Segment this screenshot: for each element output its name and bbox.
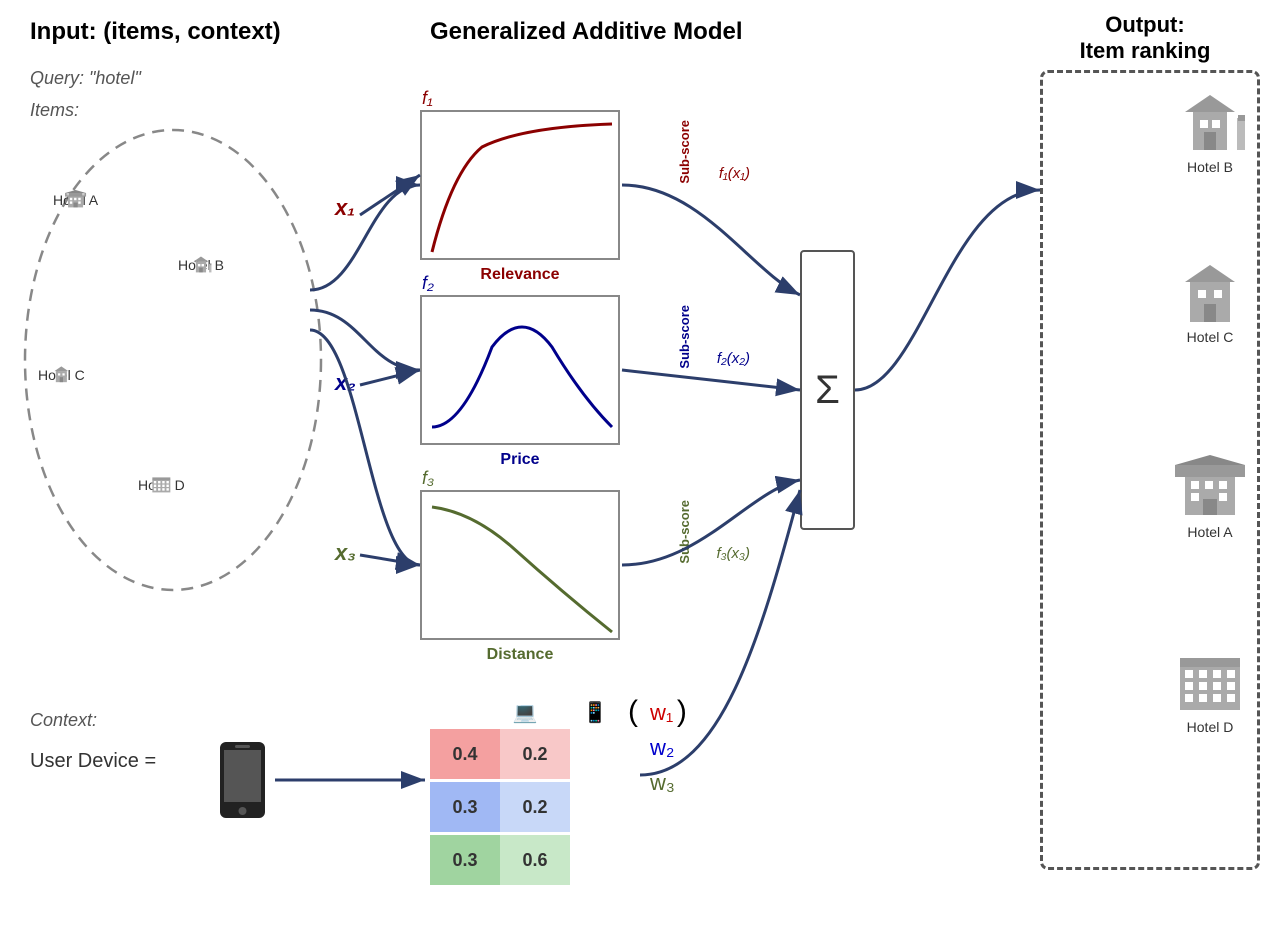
matrix-cell-r1c1: 0.4	[430, 729, 500, 779]
x3-label: x₃	[335, 540, 356, 566]
output-title: Output:Item ranking	[1040, 12, 1250, 64]
w3-label: w₃	[650, 765, 675, 800]
w1-label: w₁	[650, 695, 675, 730]
hotel-c-input: Hotel C	[38, 365, 85, 383]
output-hotel-d-label: Hotel D	[1175, 719, 1245, 735]
f1-label: f₁	[422, 88, 433, 109]
sigma-box: Σ	[800, 250, 855, 530]
f3-label: f₃	[422, 468, 434, 489]
matrix-cell-r2c2: 0.2	[500, 782, 570, 832]
x1-label: x₁	[335, 195, 355, 221]
output-hotel-b-label: Hotel B	[1175, 159, 1245, 175]
context-label: Context:	[30, 710, 97, 731]
matrix-header-laptop: 💻	[490, 700, 560, 725]
w2-label: w₂	[650, 730, 675, 765]
output-hotel-a-label: Hotel A	[1175, 524, 1245, 540]
items-ellipse: Hotel A Hotel B Hotel C	[18, 100, 328, 600]
hotel-d-input: Hotel D	[138, 475, 185, 493]
x2-label: x₂	[335, 370, 356, 396]
device-label: User Device =	[30, 750, 156, 773]
output-hotel-c: Hotel C	[1175, 260, 1245, 345]
feature-box-2: f₂ Price Sub-score f₂(x₂)	[420, 295, 620, 445]
weight-vector: ( ) w₁ w₂ w₃	[640, 695, 675, 801]
output-hotel-a: Hotel A	[1175, 455, 1245, 540]
matrix-header-phone: 📱	[560, 700, 630, 725]
f2-label: f₂	[422, 273, 434, 294]
matrix-cell-r1c2: 0.2	[500, 729, 570, 779]
phone-icon	[215, 740, 270, 825]
output-hotel-c-label: Hotel C	[1175, 329, 1245, 345]
hotel-a-input: Hotel A	[53, 190, 98, 208]
f1x1-label: f₁(x₁)	[719, 165, 750, 182]
subscore2-label: Sub-score	[677, 305, 692, 369]
relevance-label: Relevance	[420, 266, 620, 284]
gam-title: Generalized Additive Model	[430, 18, 743, 46]
price-label: Price	[420, 451, 620, 469]
input-title: Input: (items, context)	[30, 18, 281, 46]
feature-box-3: f₃ Distance Sub-score f₃(x₃)	[420, 490, 620, 640]
feature-box-1: f₁ Relevance Sub-score f₁(x₁)	[420, 110, 620, 260]
query-label: Query: "hotel"	[30, 68, 141, 89]
f2x2-label: f₂(x₂)	[717, 350, 750, 367]
matrix-cell-r3c1: 0.3	[430, 835, 500, 885]
output-hotel-d: Hotel D	[1175, 650, 1245, 735]
subscore3-label: Sub-score	[677, 500, 692, 564]
output-hotel-b: Hotel B	[1175, 90, 1245, 175]
subscore1-label: Sub-score	[677, 120, 692, 184]
distance-label: Distance	[420, 646, 620, 664]
f3x3-label: f₃(x₃)	[716, 545, 750, 562]
matrix-cell-r3c2: 0.6	[500, 835, 570, 885]
weight-matrix: 💻 📱 0.4 0.2 0.3 0.2 0.3 0.6	[430, 700, 630, 888]
matrix-cell-r2c1: 0.3	[430, 782, 500, 832]
hotel-b-input: Hotel B	[178, 255, 224, 273]
